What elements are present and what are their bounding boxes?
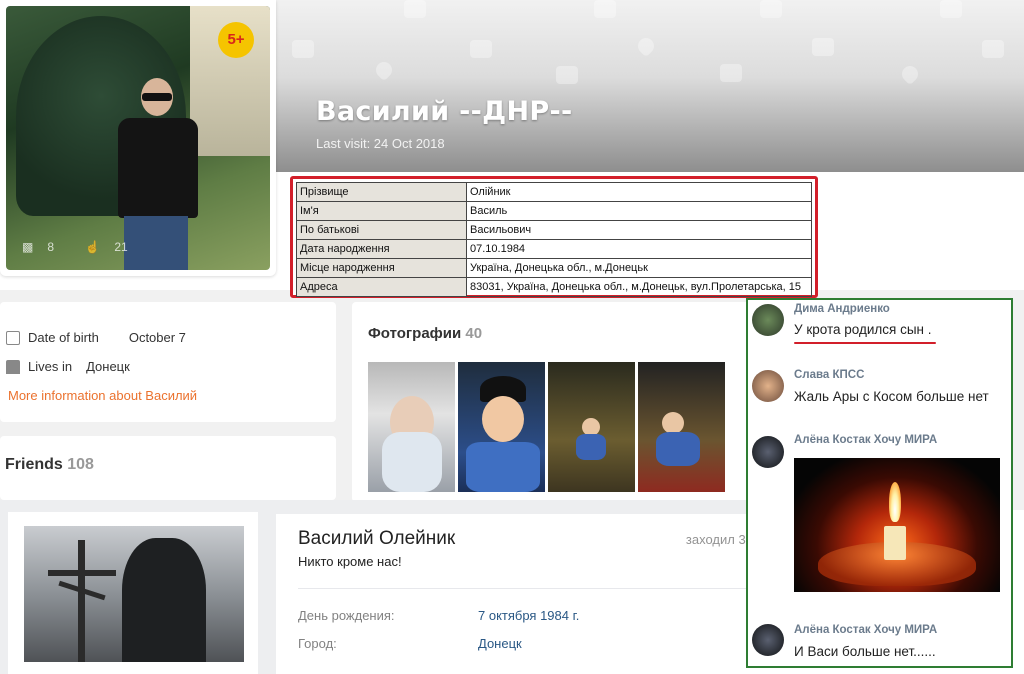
vk-city-label: Город:: [298, 636, 337, 651]
photo-thumbnail[interactable]: [548, 362, 635, 492]
registry-key: Прізвище: [296, 182, 467, 202]
registry-value: Олійник: [466, 182, 812, 202]
avatar-card: 5+ ▩ 8 ☝ 21: [0, 0, 276, 276]
photo-thumbnail[interactable]: [638, 362, 725, 492]
photo-stats: ▩ 8 ☝ 21: [22, 240, 142, 254]
lives-value: Донецк: [86, 359, 130, 374]
registry-value: 83031, Україна, Донецька обл., м.Донецьк…: [466, 277, 812, 297]
friends-label: Friends: [5, 456, 63, 473]
vk-info-panel: Василий Олейник Никто кроме нас! заходил…: [276, 514, 760, 674]
registry-value: Васильович: [466, 220, 812, 240]
highlight-underline: [794, 342, 936, 344]
friends-count: 108: [67, 456, 94, 473]
comment-text: И Васи больше нет......: [794, 644, 936, 659]
comment-count: 8: [47, 240, 55, 254]
vk-birthday-label: День рождения:: [298, 608, 395, 623]
avatar[interactable]: [752, 370, 784, 402]
friends-panel: Friends 108: [0, 436, 336, 500]
photo-thumbnail[interactable]: [458, 362, 545, 492]
lives-row: Lives in Донецк: [6, 359, 130, 374]
comment-author[interactable]: Дима Андриенко: [794, 303, 890, 315]
photos-panel: Фотографии 40: [352, 302, 752, 502]
comment-author[interactable]: Алёна Костак Хочу МИРА: [794, 434, 937, 446]
profile-info-panel: Date of birth October 7 Lives in Донецк …: [0, 302, 336, 422]
comment-author[interactable]: Алёна Костак Хочу МИРА: [794, 624, 937, 636]
photo-thumbnail[interactable]: [368, 362, 455, 492]
friends-title[interactable]: Friends 108: [5, 456, 94, 474]
last-visit: Last visit: 24 Oct 2018: [316, 136, 445, 151]
registry-key: По батькові: [296, 220, 467, 240]
registry-key: Дата народження: [296, 239, 467, 259]
dob-value: October 7: [128, 330, 186, 345]
registry-table: Прізвище Олійник Ім'я Василь По батькові Ва…: [290, 176, 818, 298]
avatar[interactable]: [752, 624, 784, 656]
comment-text: У крота родился сын .: [794, 322, 932, 337]
comments-panel: Дима Андриенко У крота родился сын . Сла…: [746, 298, 1013, 668]
registry-value: Україна, Донецька обл., м.Донецьк: [466, 258, 812, 278]
registry-key: Ім'я: [296, 201, 467, 221]
profile-name: Василий --ДНР--: [316, 96, 573, 127]
home-icon: [6, 359, 20, 374]
avatar[interactable]: [752, 304, 784, 336]
photos-title[interactable]: Фотографии 40: [368, 325, 482, 342]
vk-city-link[interactable]: Донецк: [478, 636, 522, 651]
photos-label: Фотографии: [368, 325, 462, 342]
comment-icon[interactable]: ▩: [22, 240, 33, 254]
vk-status: Никто кроме нас!: [298, 554, 402, 569]
like-count: 21: [114, 240, 128, 254]
candle-image[interactable]: [794, 458, 1000, 592]
dob-label: Date of birth: [28, 330, 99, 345]
comment-author[interactable]: Слава КПСС: [794, 369, 864, 381]
vk-avatar[interactable]: [24, 526, 244, 662]
registry-value: Василь: [466, 201, 812, 221]
registry-key: Адреса: [296, 277, 467, 297]
vk-name: Василий Олейник: [298, 528, 456, 549]
calendar-icon: [6, 330, 20, 345]
lives-label: Lives in: [28, 359, 73, 374]
vk-birthday-link[interactable]: 7 октября 1984 г.: [478, 608, 579, 623]
age-badge: 5+: [218, 22, 254, 58]
photos-count: 40: [465, 325, 483, 342]
more-info-link[interactable]: More information about Василий: [8, 388, 197, 403]
registry-key: Місце народження: [296, 258, 467, 278]
registry-value: 07.10.1984: [466, 239, 812, 259]
like-icon[interactable]: ☝: [85, 240, 100, 254]
avatar[interactable]: [752, 436, 784, 468]
dob-row: Date of birth October 7: [6, 330, 186, 345]
comment-text: Жаль Ары с Косом больше нет: [794, 389, 989, 404]
divider: [298, 588, 748, 589]
